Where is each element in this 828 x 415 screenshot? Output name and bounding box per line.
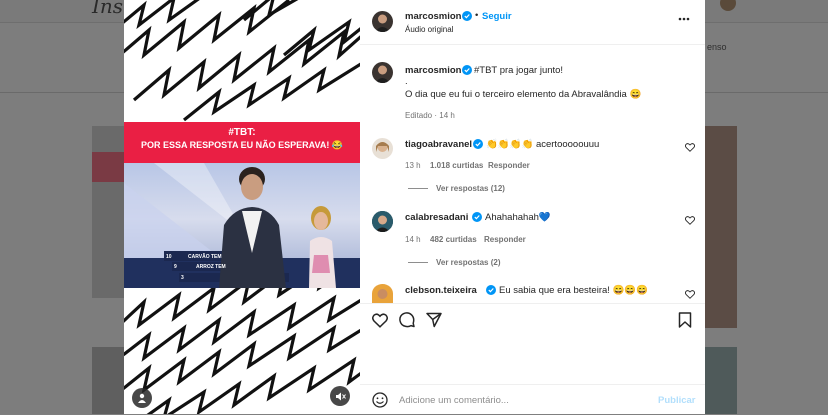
answer-row-1: 10 CARVÃO TEM [164, 252, 274, 261]
view-replies-button[interactable]: Ver respostas (12) [436, 184, 505, 193]
background-thumbnail [705, 126, 737, 328]
author-username[interactable]: marcosmion [405, 11, 462, 22]
comment-avatar[interactable] [372, 211, 393, 232]
answer-row-2: 9 ARROZ TEM [172, 262, 282, 271]
verified-badge-icon [462, 11, 472, 21]
comment-time: 13 h [405, 161, 421, 170]
mute-button[interactable] [330, 386, 350, 406]
tbt-banner: #TBT: POR ESSA RESPOSTA EU NÃO ESPERAVA!… [124, 122, 360, 163]
answer-text: CARVÃO TEM [188, 254, 222, 260]
avatar-image [376, 142, 389, 152]
tagged-users-button[interactable] [132, 388, 152, 408]
author-avatar[interactable] [372, 11, 393, 32]
like-heart-icon[interactable] [372, 313, 388, 328]
avatar-image [375, 14, 390, 32]
background-side-label: enso [707, 42, 727, 52]
replies-divider [408, 262, 428, 263]
caption-username[interactable]: marcosmion [405, 65, 462, 76]
comment-like-heart-icon[interactable] [685, 216, 695, 225]
emoji-icon[interactable] [372, 392, 388, 408]
comment-input[interactable]: Adicione um comentário... [399, 395, 509, 406]
banner-tag: #TBT: [228, 127, 256, 138]
caption-line-1: #TBT pra jogar junto! [474, 65, 564, 76]
follow-button[interactable]: Seguir [482, 11, 512, 22]
view-replies-button[interactable]: Ver respostas (2) [436, 258, 500, 267]
background-thumbnail [92, 347, 124, 414]
audio-label[interactable]: Áudio original [405, 25, 453, 34]
comment-composer: Adicione um comentário... Publicar [360, 384, 705, 415]
comment-likes[interactable]: 482 curtidas [430, 235, 477, 244]
comment-avatar[interactable] [372, 138, 393, 159]
verified-badge-icon [473, 139, 483, 149]
post-action-bar [360, 303, 705, 338]
banner-text: POR ESSA RESPOSTA EU NÃO ESPERAVA! 😂 [140, 140, 344, 150]
caption-line-2: . [405, 76, 408, 87]
comment-avatar[interactable] [372, 284, 393, 303]
comment-username[interactable]: tiagoabravanel [405, 139, 472, 150]
answer-number: 9 [174, 264, 177, 270]
caption-meta: Editado · 14 h [405, 111, 455, 120]
answer-number: 3 [181, 275, 184, 281]
comment-time: 14 h [405, 235, 421, 244]
background-thumbnail [705, 347, 737, 414]
caption-line-3: O dia que eu fui o terceiro elemento da … [405, 89, 642, 100]
speaker-muted-icon [335, 392, 346, 400]
post-details-panel: marcosmion • Seguir Áudio original marco… [360, 0, 705, 414]
comment-like-heart-icon[interactable] [685, 143, 695, 152]
comment-text: Ahahahahah💙 [485, 212, 551, 223]
background-thumbnail [92, 152, 124, 182]
comment-text: Eu sabia que era besteira! 😄😄😄 [499, 285, 649, 296]
share-icon[interactable] [426, 312, 442, 328]
avatar-image [375, 65, 390, 83]
post-header: marcosmion • Seguir Áudio original [360, 0, 705, 45]
reply-button[interactable]: Responder [488, 161, 530, 170]
comment-likes[interactable]: 1.018 curtidas [430, 161, 483, 170]
answer-number: 10 [166, 254, 172, 260]
answer-row-3: 3 [179, 273, 289, 282]
verified-badge-icon [472, 212, 482, 222]
comment-username[interactable]: clebson.teixeira [405, 285, 477, 296]
comment-like-heart-icon[interactable] [685, 290, 695, 299]
replies-divider [408, 188, 428, 189]
verified-badge-icon [486, 285, 496, 295]
user-icon [138, 393, 146, 403]
more-options-icon[interactable] [678, 17, 690, 21]
avatar-image [372, 211, 393, 232]
caption-avatar[interactable] [372, 62, 393, 83]
verified-badge-icon [462, 65, 472, 75]
dot-separator: • [475, 10, 479, 21]
comment-text: 👏👏👏👏 acertooooouuu [486, 139, 600, 150]
video-frame: 10 CARVÃO TEM 9 ARROZ TEM 3 [124, 163, 360, 288]
post-media[interactable]: #TBT: POR ESSA RESPOSTA EU NÃO ESPERAVA!… [124, 0, 360, 414]
answer-text: ARROZ TEM [196, 264, 226, 270]
comment-icon[interactable] [399, 312, 415, 328]
publish-button[interactable]: Publicar [658, 395, 696, 406]
avatar-image [377, 289, 388, 299]
reply-button[interactable]: Responder [484, 235, 526, 244]
save-bookmark-icon[interactable] [678, 312, 692, 328]
comment-username[interactable]: calabresadani [405, 212, 468, 223]
